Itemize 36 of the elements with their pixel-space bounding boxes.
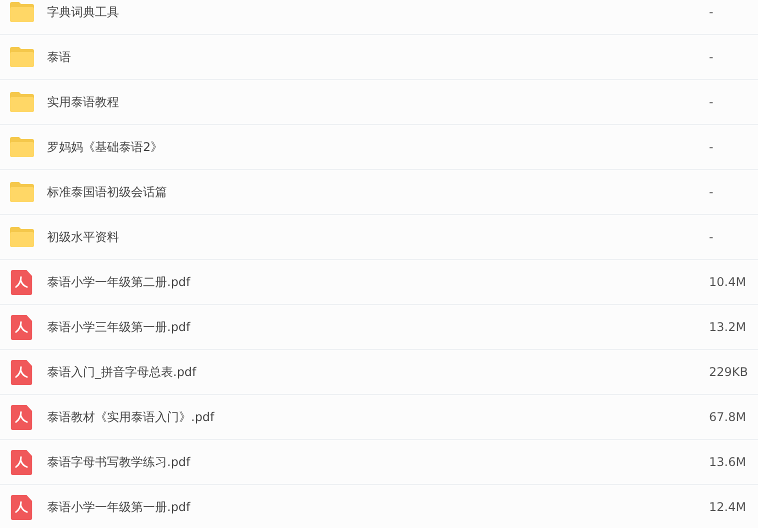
file-size: -: [709, 49, 714, 66]
file-name[interactable]: 实用泰语教程: [47, 93, 709, 111]
file-name[interactable]: 泰语: [47, 48, 709, 66]
file-size: 13.6M: [709, 454, 748, 471]
pdf-file-icon: [9, 449, 35, 475]
folder-icon: [9, 224, 35, 250]
pdf-file-icon: [9, 314, 35, 340]
file-size: 67.8M: [709, 409, 748, 426]
pdf-file-icon: [9, 404, 35, 430]
file-name[interactable]: 泰语小学一年级第一册.pdf: [47, 498, 709, 516]
file-size: 12.4M: [709, 499, 748, 516]
folder-icon: [9, 0, 35, 25]
folder-icon: [9, 179, 35, 205]
file-size: 10.4M: [709, 274, 748, 291]
folder-icon: [9, 134, 35, 160]
folder-icon: [9, 89, 35, 115]
file-name[interactable]: 泰语教材《实用泰语入门》.pdf: [47, 408, 709, 426]
file-name[interactable]: 泰语入门_拼音字母总表.pdf: [47, 363, 709, 381]
file-size: -: [709, 94, 714, 111]
file-size: 229KB: [709, 364, 750, 381]
file-name[interactable]: 标准泰国语初级会话篇: [47, 183, 709, 201]
file-name[interactable]: 罗妈妈《基础泰语2》: [47, 138, 709, 156]
file-size: -: [709, 184, 714, 201]
file-name[interactable]: 泰语字母书写教学练习.pdf: [47, 453, 709, 471]
file-name[interactable]: 字典词典工具: [47, 3, 709, 21]
pdf-file-icon: [9, 269, 35, 295]
file-size: -: [709, 4, 714, 21]
file-size: -: [709, 229, 714, 246]
file-name[interactable]: 泰语小学三年级第一册.pdf: [47, 318, 709, 336]
file-name[interactable]: 泰语小学一年级第二册.pdf: [47, 273, 709, 291]
file-size: -: [709, 139, 714, 156]
file-size: 13.2M: [709, 319, 748, 336]
file-name[interactable]: 初级水平资料: [47, 228, 709, 246]
pdf-file-icon: [9, 359, 35, 385]
pdf-file-icon: [9, 494, 35, 520]
folder-icon: [9, 44, 35, 70]
